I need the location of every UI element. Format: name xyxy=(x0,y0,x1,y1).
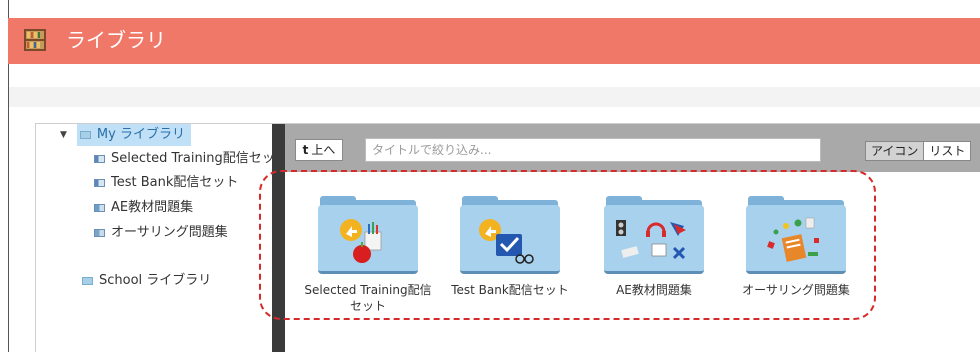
header-spacer xyxy=(9,87,980,107)
page-title: ライブラリ xyxy=(66,28,166,52)
library-icon xyxy=(79,131,91,139)
folder-tile-test-bank[interactable]: Test Bank配信セット xyxy=(445,196,575,298)
tree-item-label: Test Bank配信セット xyxy=(111,175,239,190)
bookshelf-icon xyxy=(24,29,46,51)
folder-tile-authoring[interactable]: オーサリング問題集 xyxy=(731,196,861,298)
tree-item-school-library[interactable]: School ライブラリ xyxy=(82,270,211,292)
tree-item-ae-materials[interactable]: AE教材問題集 xyxy=(94,197,193,219)
view-icon-button[interactable]: アイコン xyxy=(865,141,925,161)
header-bar: ライブラリ xyxy=(8,18,980,64)
title-filter-input[interactable] xyxy=(365,138,821,162)
tree-item-selected-training[interactable]: Selected Training配信セット xyxy=(94,148,272,170)
up-arrow-icon: t xyxy=(302,143,309,157)
materials-icon xyxy=(94,204,105,212)
folder-label: オーサリング問題集 xyxy=(742,283,850,297)
authoring-folder-icon xyxy=(746,196,846,274)
view-list-button[interactable]: リスト xyxy=(924,141,972,161)
expand-toggle-icon[interactable]: ▼ xyxy=(60,124,67,146)
training-folder-icon xyxy=(318,196,418,274)
tree-item-selected: My ライブラリ xyxy=(76,124,191,146)
folder-label: Selected Training配信セット xyxy=(304,283,432,313)
tree-item-label: オーサリング問題集 xyxy=(111,225,228,240)
folder-tile-ae-materials[interactable]: AE教材問題集 xyxy=(589,196,719,298)
toolbar: t上へ アイコン リスト xyxy=(285,124,980,172)
view-toggle: アイコン リスト xyxy=(865,141,972,161)
tree-item-label: My ライブラリ xyxy=(96,127,185,142)
folder-tile-selected-training[interactable]: Selected Training配信セット xyxy=(303,196,433,314)
tree-item-label: Selected Training配信セット xyxy=(111,151,272,166)
authoring-icon xyxy=(94,229,105,237)
folder-label: AE教材問題集 xyxy=(616,283,692,297)
set-icon xyxy=(94,155,105,163)
ae-materials-folder-icon xyxy=(604,196,704,274)
testbank-folder-icon xyxy=(460,196,560,274)
tree-item-my-library[interactable]: ▼ My ライブラリ xyxy=(60,124,191,146)
library-tree: ▼ My ライブラリ Selected Training配信セット Test B… xyxy=(36,124,272,352)
library-icon xyxy=(82,277,93,285)
tree-item-test-bank[interactable]: Test Bank配信セット xyxy=(94,172,238,194)
up-button[interactable]: t 上へ xyxy=(295,139,343,161)
set-icon xyxy=(94,179,105,187)
up-button-label: 上へ xyxy=(311,143,336,157)
folder-label: Test Bank配信セット xyxy=(451,283,569,297)
tree-item-label: School ライブラリ xyxy=(99,273,212,288)
tree-item-authoring[interactable]: オーサリング問題集 xyxy=(94,222,228,244)
tree-item-label: AE教材問題集 xyxy=(111,200,194,215)
